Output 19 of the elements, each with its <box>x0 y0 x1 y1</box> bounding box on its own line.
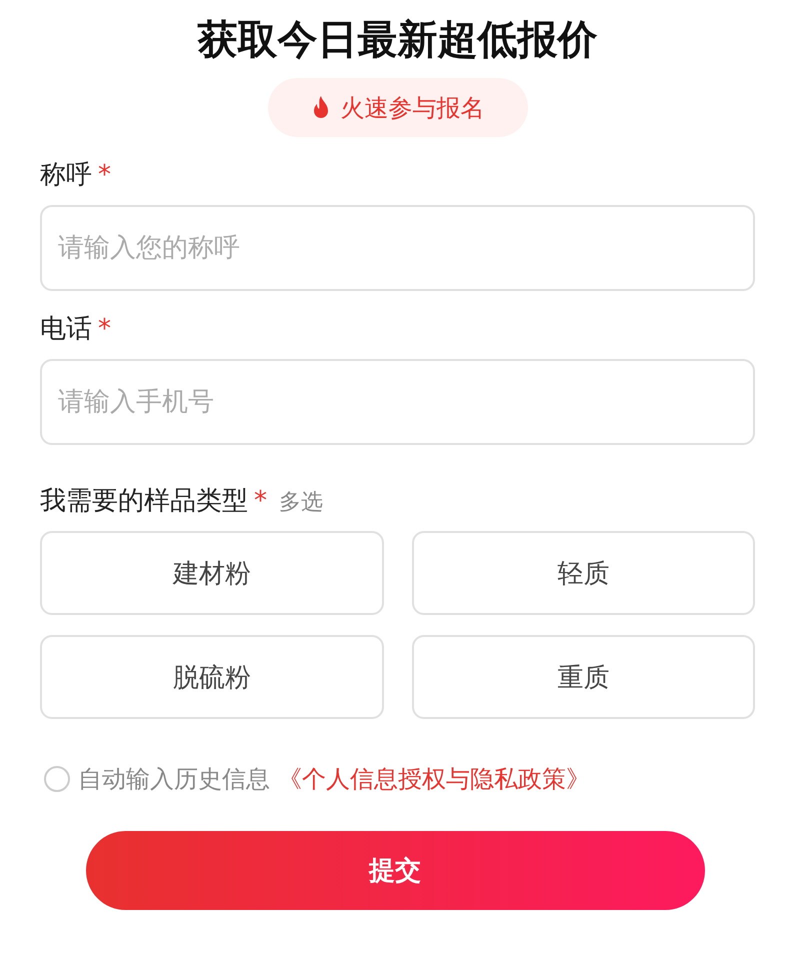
option-button[interactable]: 脱硫粉 <box>40 635 384 719</box>
field-label: 我需要的样品类型 <box>40 485 248 518</box>
badge-text: 火速参与报名 <box>340 92 484 124</box>
required-mark: * <box>98 160 111 190</box>
input-field[interactable]: 请输入您的称呼 <box>40 205 755 291</box>
field-label: 电话 <box>40 313 92 346</box>
consent-radio[interactable] <box>44 766 70 792</box>
required-mark: * <box>98 314 111 344</box>
required-mark: * <box>254 486 267 516</box>
input-field[interactable]: 请输入手机号 <box>40 359 755 445</box>
consent-text: 自动输入历史信息 <box>78 764 270 795</box>
field-label: 称呼 <box>40 159 92 192</box>
option-button[interactable]: 重质 <box>412 635 755 719</box>
submit-button[interactable]: 提交 <box>86 831 704 910</box>
option-button[interactable]: 建材粉 <box>40 531 384 615</box>
hint-text: 多选 <box>279 489 323 517</box>
privacy-link[interactable]: 《个人信息授权与隐私政策》 <box>278 763 590 795</box>
option-button[interactable]: 轻质 <box>412 531 755 615</box>
page-title: 获取今日最新超低报价 <box>198 16 598 65</box>
